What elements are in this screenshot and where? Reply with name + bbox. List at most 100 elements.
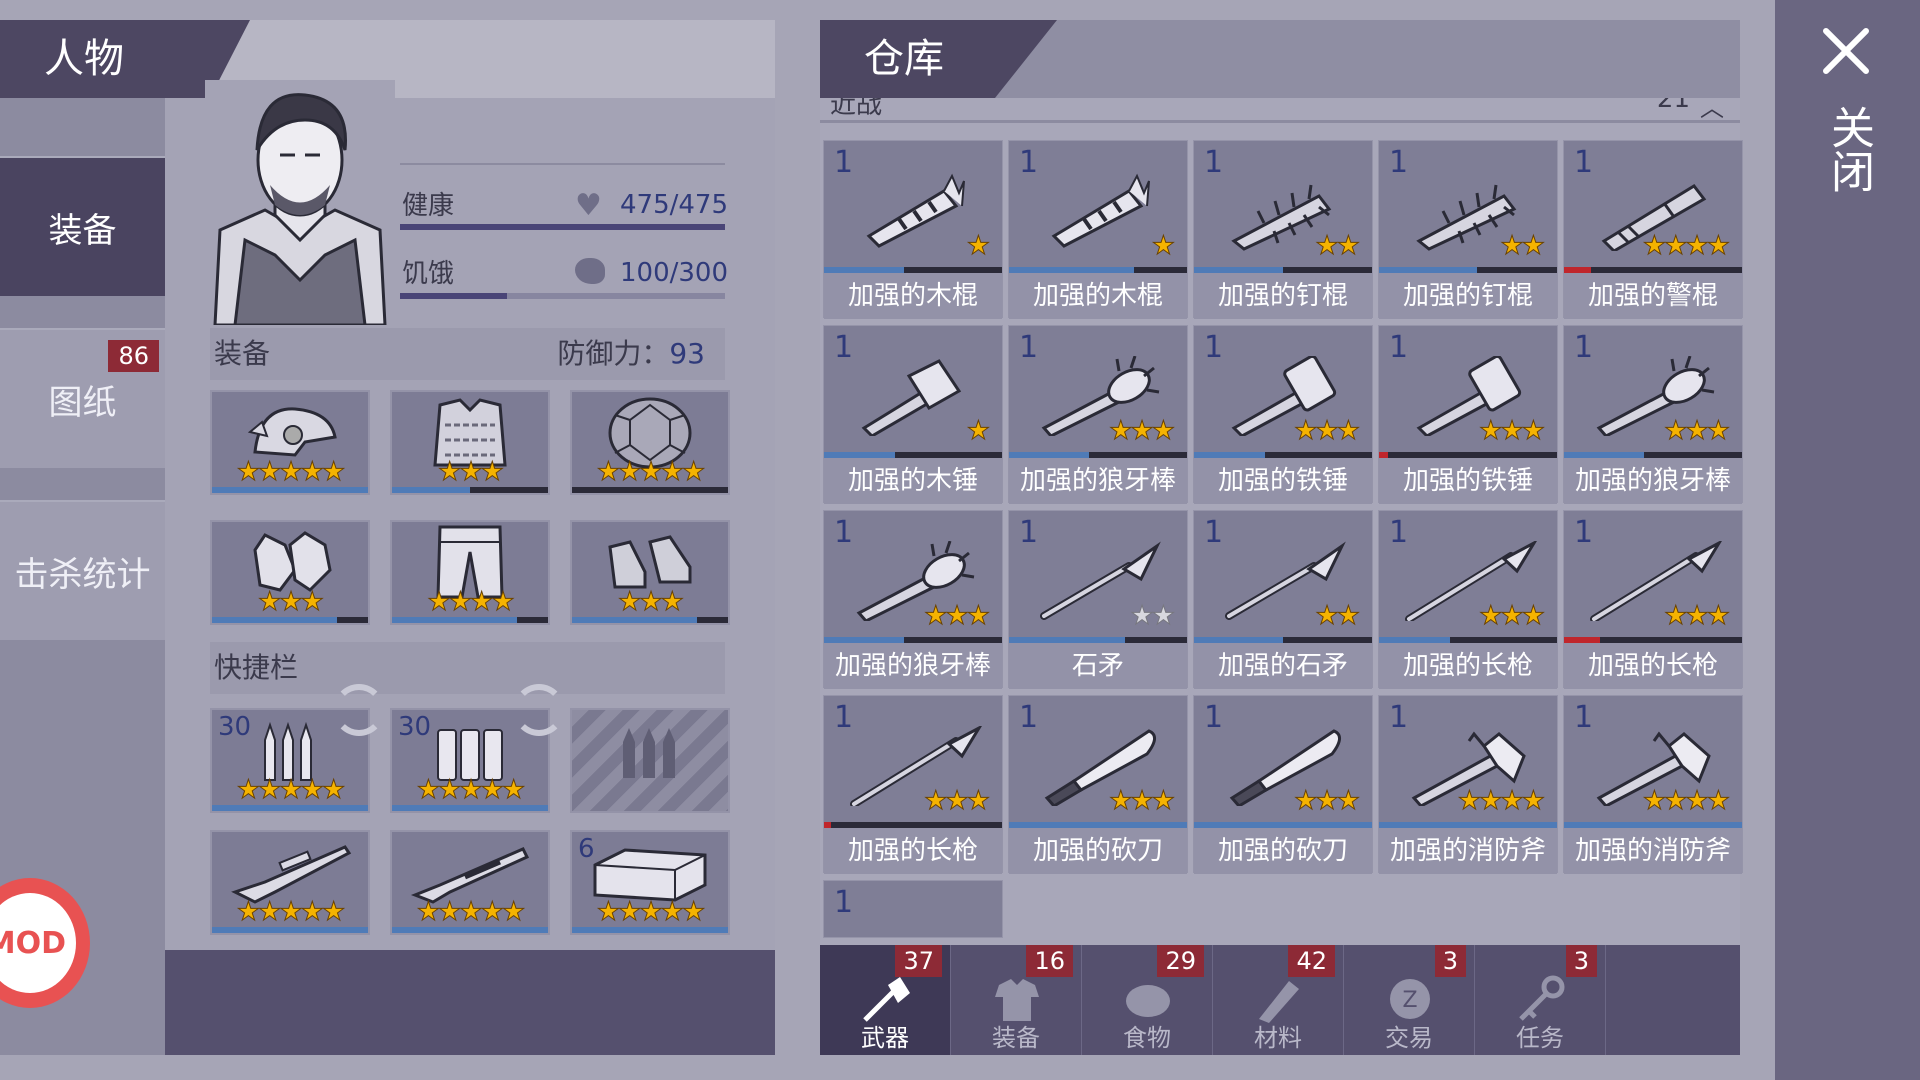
item-name: 加强的狼牙棒 xyxy=(1009,458,1187,504)
category-label: 装备 xyxy=(992,1024,1040,1052)
category-count-badge: 3 xyxy=(1434,945,1466,977)
tab-blueprints[interactable]: 图纸 86 xyxy=(0,328,165,468)
durability-bar xyxy=(392,927,548,933)
storage-item[interactable]: 1 ★★ 石矛 xyxy=(1008,510,1188,689)
storage-item[interactable]: 1 ★ 加强的木锤 xyxy=(823,325,1003,504)
durability-bar xyxy=(392,805,548,811)
title-tab-edge xyxy=(995,20,1057,98)
star-rating: ★ xyxy=(966,416,990,446)
star-rating: ★★ xyxy=(1315,601,1361,631)
quickbar-slot[interactable] xyxy=(570,708,730,813)
storage-grid: 1 ★ 加强的木棍 1 ★ 加强的木棍 1 ★★ 加强的钉棍 1 ★★ 加强的钉棍 1 ★★★★ 加强的警棍… xyxy=(820,140,1743,945)
equipment-slot[interactable]: ★★★★ xyxy=(390,520,550,625)
tab-label: 装备 xyxy=(48,210,117,251)
wooden-hammer-icon xyxy=(844,356,984,438)
category-subheader[interactable]: 近战 21 ︿ xyxy=(820,98,1740,120)
swap-icon[interactable] xyxy=(513,684,565,736)
category-count-badge: 42 xyxy=(1288,945,1335,977)
star-rating: ★★★★ xyxy=(1457,786,1545,816)
category-tab[interactable]: 37 武器 xyxy=(820,945,951,1055)
close-icon[interactable] xyxy=(1820,25,1872,77)
storage-item[interactable]: 1 ★★★ 加强的长枪 xyxy=(1563,510,1743,689)
coin-icon: Z xyxy=(1384,975,1436,1023)
left-footer xyxy=(165,950,775,1055)
item-name: 加强的钉棍 xyxy=(1194,273,1372,319)
storage-item[interactable]: 1 ★★ 加强的钉棍 xyxy=(1193,140,1373,319)
star-rating: ★★★ xyxy=(1294,416,1361,446)
category-tab[interactable]: 29 食物 xyxy=(1082,945,1213,1055)
meat-icon xyxy=(1122,975,1174,1023)
equipment-slot[interactable]: ★★★ xyxy=(210,520,370,625)
star-rating: ★★★★★ xyxy=(596,897,706,927)
equipment-section-header: 装备 防御力：93 xyxy=(210,328,725,380)
category-tab[interactable]: 16 装备 xyxy=(951,945,1082,1055)
storage-item[interactable]: 1 ★★★ 加强的狼牙棒 xyxy=(1008,325,1188,504)
storage-item[interactable]: 1 xyxy=(823,880,1003,938)
quickbar-slot[interactable]: ★★★★★ xyxy=(210,830,370,935)
equipment-slot[interactable]: ★★★ xyxy=(390,390,550,495)
item-name: 加强的铁锤 xyxy=(1194,458,1372,504)
star-rating: ★★★ xyxy=(1479,416,1546,446)
star-rating: ★★★★ xyxy=(1642,786,1730,816)
storage-item[interactable]: 1 ★★★ 加强的长枪 xyxy=(1378,510,1558,689)
storage-item[interactable]: 1 ★★★★ 加强的警棍 xyxy=(1563,140,1743,319)
quickbar-slot[interactable]: ★★★★★ xyxy=(390,830,550,935)
close-label[interactable]: 关闭 xyxy=(1823,105,1874,193)
storage-item[interactable]: 1 ★★ 加强的钉棍 xyxy=(1378,140,1558,319)
storage-panel-title: 仓库 xyxy=(820,20,995,98)
category-count-badge: 3 xyxy=(1565,945,1597,977)
star-rating: ★★★ xyxy=(1664,601,1731,631)
storage-item[interactable]: 1 ★★★★ 加强的消防斧 xyxy=(1563,695,1743,874)
durability-bar xyxy=(572,487,728,493)
subheader-left-label: 近战 xyxy=(830,98,883,120)
close-bar[interactable]: 关闭 xyxy=(1775,0,1920,1080)
storage-item[interactable]: 1 ★★★ 加强的砍刀 xyxy=(1008,695,1188,874)
equipment-slot[interactable]: ★★★ xyxy=(570,520,730,625)
svg-text:Z: Z xyxy=(1402,988,1417,1013)
defense-readout: 防御力：93 xyxy=(557,328,705,380)
item-name: 加强的长枪 xyxy=(1379,643,1557,689)
star-rating: ★★★ xyxy=(1109,786,1176,816)
item-name: 加强的长枪 xyxy=(824,828,1002,874)
storage-item[interactable]: 1 ★ 加强的木棍 xyxy=(823,140,1003,319)
storage-item[interactable]: 1 ★★★ 加强的砍刀 xyxy=(1193,695,1373,874)
item-name: 加强的石矛 xyxy=(1194,643,1372,689)
subheader-count: 21 xyxy=(1656,98,1690,114)
star-rating: ★★★ xyxy=(1664,416,1731,446)
wooden-club-icon xyxy=(844,171,984,251)
storage-item[interactable]: 1 ★★★ 加强的铁锤 xyxy=(1378,325,1558,504)
durability-bar xyxy=(572,617,728,623)
quickbar-header: 快捷栏 xyxy=(210,642,725,694)
storage-item[interactable]: 1 ★★★ 加强的铁锤 xyxy=(1193,325,1373,504)
star-rating: ★★★★★ xyxy=(416,775,526,805)
storage-item[interactable]: 1 ★ 加强的木棍 xyxy=(1008,140,1188,319)
tab-equipment[interactable]: 装备 xyxy=(0,156,165,296)
star-rating: ★★★★★ xyxy=(416,897,526,927)
item-name: 加强的狼牙棒 xyxy=(824,643,1002,689)
equipment-slot[interactable]: ★★★★★ xyxy=(210,390,370,495)
storage-item[interactable]: 1 ★★ 加强的石矛 xyxy=(1193,510,1373,689)
category-label: 交易 xyxy=(1385,1024,1433,1052)
star-rating: ★★ xyxy=(1500,231,1546,261)
category-tab[interactable]: 42 材料 xyxy=(1213,945,1344,1055)
tab-kill-stats[interactable]: 击杀统计 xyxy=(0,500,165,640)
quickbar-slot[interactable]: 6 ★★★★★ xyxy=(570,830,730,935)
item-name: 加强的木锤 xyxy=(824,458,1002,504)
category-count-badge: 16 xyxy=(1026,945,1073,977)
storage-item[interactable]: 1 ★★★ 加强的长枪 xyxy=(823,695,1003,874)
equipment-slot[interactable]: ★★★★★ xyxy=(570,390,730,495)
star-rating: ★★★ xyxy=(1479,601,1546,631)
item-name: 加强的钉棍 xyxy=(1379,273,1557,319)
storage-item[interactable]: 1 ★★★ 加强的狼牙棒 xyxy=(823,510,1003,689)
wooden-club-icon xyxy=(1029,171,1169,251)
category-tab[interactable]: 3 任务 xyxy=(1475,945,1606,1055)
swap-icon[interactable] xyxy=(333,684,385,736)
defense-value: 93 xyxy=(669,337,705,370)
equipment-label: 装备 xyxy=(214,337,271,370)
item-name: 加强的铁锤 xyxy=(1379,458,1557,504)
storage-item[interactable]: 1 ★★★ 加强的狼牙棒 xyxy=(1563,325,1743,504)
durability-bar xyxy=(212,617,368,623)
category-tab[interactable]: 3 Z 交易 xyxy=(1344,945,1475,1055)
tab-label: 击杀统计 xyxy=(14,554,151,595)
storage-item[interactable]: 1 ★★★★ 加强的消防斧 xyxy=(1378,695,1558,874)
